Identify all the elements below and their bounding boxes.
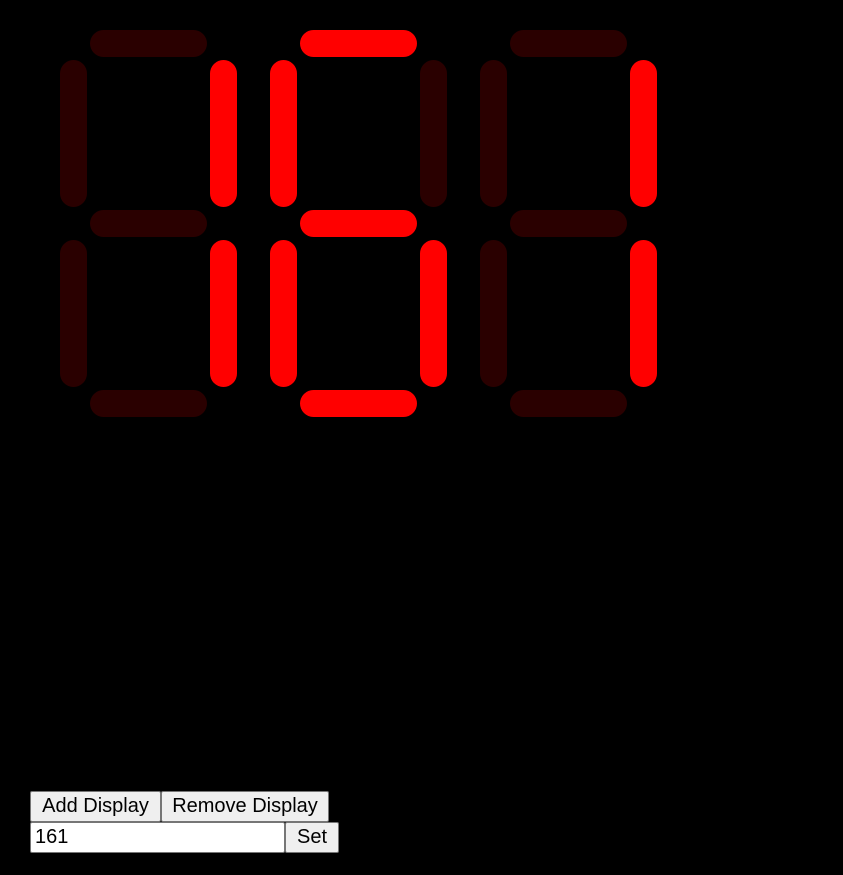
- segment-g: [90, 210, 207, 237]
- segment-c: [630, 240, 657, 387]
- segment-f: [270, 60, 297, 207]
- segment-a: [90, 30, 207, 57]
- segment-c: [210, 240, 237, 387]
- remove-display-button[interactable]: Remove Display: [161, 791, 329, 822]
- add-display-button[interactable]: Add Display: [30, 791, 161, 822]
- segment-e: [270, 240, 297, 387]
- segment-b: [630, 60, 657, 207]
- segment-a: [510, 30, 627, 57]
- segment-d: [300, 390, 417, 417]
- segment-b: [210, 60, 237, 207]
- value-row: Set: [30, 822, 339, 853]
- segment-e: [60, 240, 87, 387]
- digit-display: [60, 30, 240, 420]
- seven-segment-displays: [0, 0, 843, 450]
- digit-display: [270, 30, 450, 420]
- segment-g: [300, 210, 417, 237]
- segment-b: [420, 60, 447, 207]
- segment-f: [60, 60, 87, 207]
- display-buttons-row: Add Display Remove Display: [30, 791, 339, 822]
- segment-c: [420, 240, 447, 387]
- segment-d: [510, 390, 627, 417]
- set-button[interactable]: Set: [285, 822, 339, 853]
- value-input[interactable]: [30, 822, 285, 853]
- digit-display: [480, 30, 660, 420]
- segment-e: [480, 240, 507, 387]
- segment-d: [90, 390, 207, 417]
- segment-a: [300, 30, 417, 57]
- segment-f: [480, 60, 507, 207]
- segment-g: [510, 210, 627, 237]
- controls: Add Display Remove Display Set: [30, 791, 339, 853]
